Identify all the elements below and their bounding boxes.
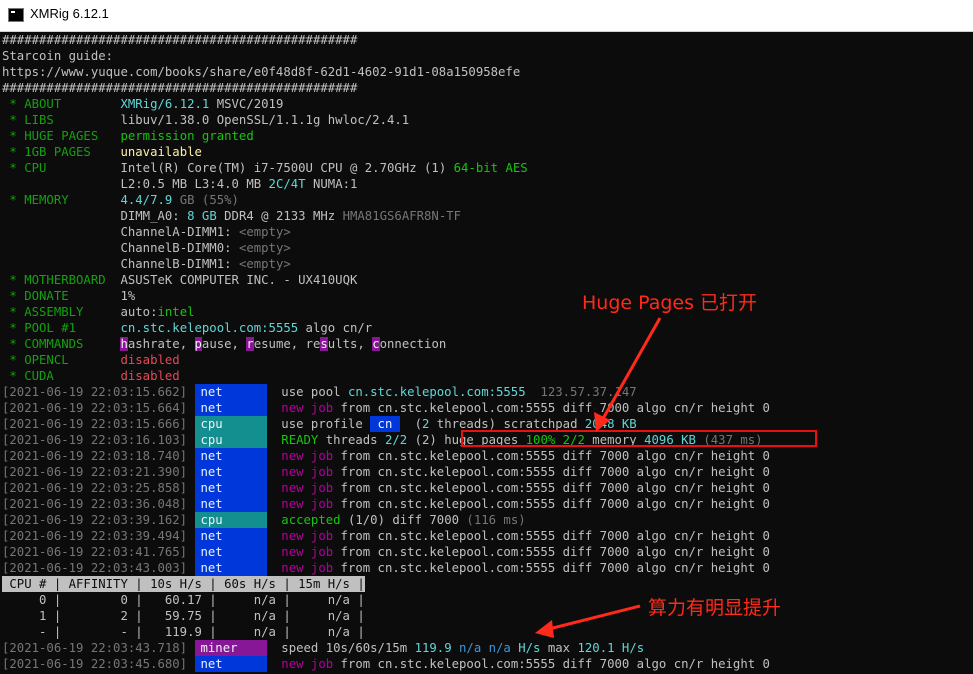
huge-pages-annotation: Huge Pages 已打开 [582,292,758,314]
annotation-arrows [535,317,662,638]
hashrate-arrow-line [544,604,641,632]
huge-pages-arrow-head [594,412,610,432]
huge-pages-arrow-line [598,317,662,425]
hashrate-arrow-head [535,620,554,638]
hashrate-annotation: 算力有明显提升 [648,597,782,619]
